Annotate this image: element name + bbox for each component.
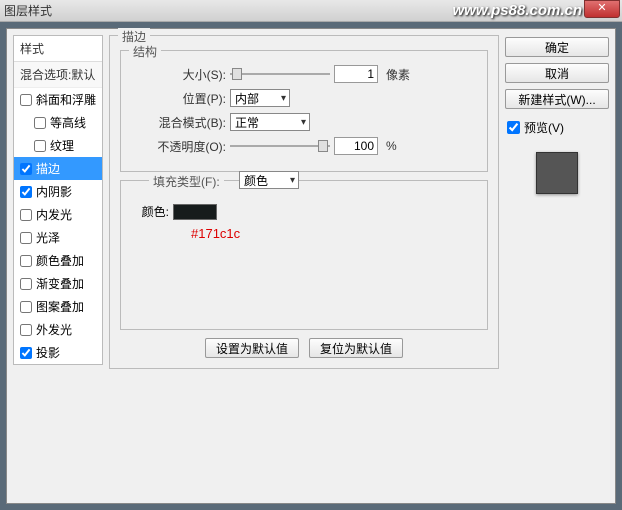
fill-group: 填充类型(F): 颜色 颜色: #171c1c <box>120 180 488 330</box>
style-checkbox[interactable] <box>20 255 32 267</box>
default-buttons-row: 设置为默认值 复位为默认值 <box>120 338 488 358</box>
style-item-2[interactable]: 纹理 <box>14 134 102 157</box>
style-item-label: 图案叠加 <box>36 298 84 315</box>
size-label: 大小(S): <box>131 66 226 83</box>
style-item-label: 渐变叠加 <box>36 275 84 292</box>
style-checkbox[interactable] <box>20 186 32 198</box>
style-item-0[interactable]: 斜面和浮雕 <box>14 88 102 111</box>
style-checkbox[interactable] <box>20 301 32 313</box>
style-item-6[interactable]: 光泽 <box>14 226 102 249</box>
opacity-row: 不透明度(O): % <box>131 137 477 155</box>
opacity-slider[interactable] <box>230 138 330 154</box>
opacity-label: 不透明度(O): <box>131 138 226 155</box>
preview-checkbox[interactable] <box>507 121 520 134</box>
style-item-4[interactable]: 内阴影 <box>14 180 102 203</box>
style-item-1[interactable]: 等高线 <box>14 111 102 134</box>
style-item-7[interactable]: 颜色叠加 <box>14 249 102 272</box>
color-row: 颜色: <box>131 203 477 220</box>
watermark: www.ps88.com.cn <box>453 2 583 19</box>
opacity-input[interactable] <box>334 137 378 155</box>
style-item-9[interactable]: 图案叠加 <box>14 295 102 318</box>
style-item-5[interactable]: 内发光 <box>14 203 102 226</box>
color-label: 颜色: <box>131 203 169 220</box>
style-checkbox[interactable] <box>34 140 46 152</box>
style-item-label: 内发光 <box>36 206 72 223</box>
color-annotation: #171c1c <box>191 226 477 241</box>
set-default-button[interactable]: 设置为默认值 <box>205 338 299 358</box>
style-item-3[interactable]: 描边 <box>14 157 102 180</box>
size-input[interactable] <box>334 65 378 83</box>
action-column: 确定 取消 新建样式(W)... 预览(V) <box>505 35 609 497</box>
preview-label: 预览(V) <box>524 119 564 136</box>
style-item-10[interactable]: 外发光 <box>14 318 102 341</box>
style-item-11[interactable]: 投影 <box>14 341 102 364</box>
stroke-panel: 描边 结构 大小(S): 像素 位置(P): 内部 混合模式(B): <box>109 35 499 369</box>
structure-group: 结构 大小(S): 像素 位置(P): 内部 混合模式(B): 正常 <box>120 50 488 172</box>
position-row: 位置(P): 内部 <box>131 89 477 107</box>
styles-header: 样式 <box>14 36 102 62</box>
window-title: 图层样式 <box>4 2 52 19</box>
style-item-8[interactable]: 渐变叠加 <box>14 272 102 295</box>
style-checkbox[interactable] <box>20 209 32 221</box>
preview-thumbnail <box>536 152 578 194</box>
filltype-label: 填充类型(F): <box>149 173 224 190</box>
style-checkbox[interactable] <box>20 94 32 106</box>
style-item-label: 内阴影 <box>36 183 72 200</box>
preview-checkbox-row[interactable]: 预览(V) <box>507 119 607 136</box>
structure-title: 结构 <box>129 43 161 60</box>
size-row: 大小(S): 像素 <box>131 65 477 83</box>
filltype-select[interactable]: 颜色 <box>239 171 299 189</box>
styles-list: 样式 混合选项:默认 斜面和浮雕等高线纹理描边内阴影内发光光泽颜色叠加渐变叠加图… <box>13 35 103 365</box>
size-unit: 像素 <box>386 66 410 83</box>
settings-column: 描边 结构 大小(S): 像素 位置(P): 内部 混合模式(B): <box>109 35 499 497</box>
close-button[interactable]: ✕ <box>584 0 620 18</box>
style-checkbox[interactable] <box>20 324 32 336</box>
blendmode-select[interactable]: 正常 <box>230 113 310 131</box>
position-select[interactable]: 内部 <box>230 89 290 107</box>
titlebar: 图层样式 www.ps88.com.cn ✕ <box>0 0 622 22</box>
style-checkbox[interactable] <box>34 117 46 129</box>
style-item-label: 颜色叠加 <box>36 252 84 269</box>
size-slider[interactable] <box>230 66 330 82</box>
ok-button[interactable]: 确定 <box>505 37 609 57</box>
cancel-button[interactable]: 取消 <box>505 63 609 83</box>
blendmode-label: 混合模式(B): <box>131 114 226 131</box>
color-swatch[interactable] <box>173 204 217 220</box>
style-checkbox[interactable] <box>20 347 32 359</box>
style-item-label: 光泽 <box>36 229 60 246</box>
style-item-label: 投影 <box>36 344 60 361</box>
position-label: 位置(P): <box>131 90 226 107</box>
style-checkbox[interactable] <box>20 163 32 175</box>
blending-options-row[interactable]: 混合选项:默认 <box>14 62 102 88</box>
styles-column: 样式 混合选项:默认 斜面和浮雕等高线纹理描边内阴影内发光光泽颜色叠加渐变叠加图… <box>13 35 103 497</box>
style-item-label: 外发光 <box>36 321 72 338</box>
style-item-label: 斜面和浮雕 <box>36 91 96 108</box>
new-style-button[interactable]: 新建样式(W)... <box>505 89 609 109</box>
style-checkbox[interactable] <box>20 278 32 290</box>
style-checkbox[interactable] <box>20 232 32 244</box>
style-item-label: 描边 <box>36 160 60 177</box>
dialog-body: 样式 混合选项:默认 斜面和浮雕等高线纹理描边内阴影内发光光泽颜色叠加渐变叠加图… <box>6 28 616 504</box>
reset-default-button[interactable]: 复位为默认值 <box>309 338 403 358</box>
style-item-label: 等高线 <box>50 114 86 131</box>
opacity-unit: % <box>386 139 397 153</box>
style-item-label: 纹理 <box>50 137 74 154</box>
blendmode-row: 混合模式(B): 正常 <box>131 113 477 131</box>
